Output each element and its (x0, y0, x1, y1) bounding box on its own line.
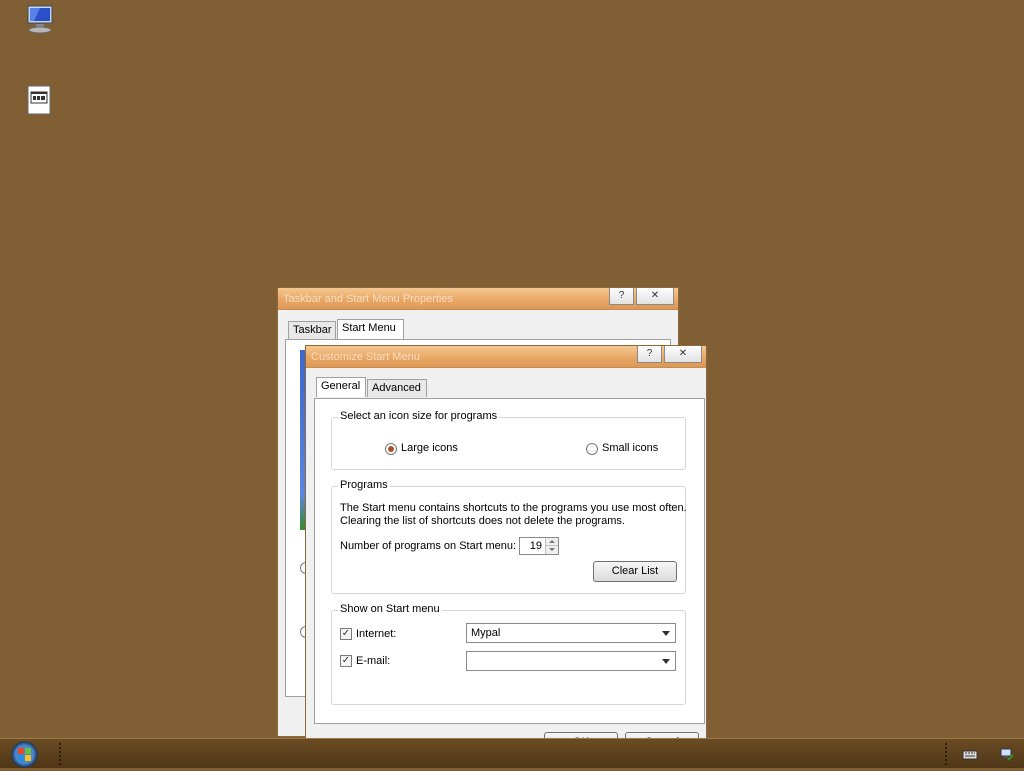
network-icon[interactable] (999, 746, 1015, 762)
program-count-spinner[interactable]: 19 (519, 537, 559, 555)
taskbar-grip-right[interactable] (944, 742, 948, 766)
large-icons-radio[interactable] (385, 443, 397, 455)
spin-up-icon[interactable] (546, 538, 558, 546)
show-on-start-menu-group: Show on Start menu ✓ Internet: Mypal ✓ E… (331, 603, 686, 705)
help-button[interactable]: ? (609, 288, 634, 305)
tab-start-menu[interactable]: Start Menu (337, 319, 404, 339)
program-count-label: Number of programs on Start menu: (340, 540, 517, 552)
tab-general[interactable]: General (316, 377, 366, 397)
programs-description-line2: Clearing the list of shortcuts does not … (340, 515, 625, 527)
general-tab-panel: Select an icon size for programs Large i… (314, 398, 705, 724)
email-dropdown[interactable] (466, 651, 676, 671)
internet-dropdown-value: Mypal (471, 627, 501, 639)
email-label: E-mail: (356, 655, 391, 667)
taskbar (0, 738, 1024, 768)
chevron-down-icon (662, 659, 670, 664)
close-button[interactable]: ✕ (664, 346, 702, 363)
tab-advanced[interactable]: Advanced (367, 379, 427, 397)
window-title: Customize Start Menu (311, 351, 420, 363)
email-checkbox[interactable]: ✓ (340, 655, 352, 667)
internet-dropdown[interactable]: Mypal (466, 623, 676, 643)
small-icons-label[interactable]: Small icons (602, 442, 658, 454)
window-title: Taskbar and Start Menu Properties (283, 293, 453, 305)
computer-icon[interactable] (24, 3, 56, 35)
taskbar-grip-left[interactable] (58, 742, 62, 766)
spin-down-icon[interactable] (546, 546, 558, 554)
show-legend: Show on Start menu (338, 603, 442, 615)
icon-size-group: Select an icon size for programs Large i… (331, 410, 686, 470)
internet-checkbox[interactable]: ✓ (340, 628, 352, 640)
close-button[interactable]: ✕ (636, 288, 674, 305)
file-icon[interactable] (24, 84, 56, 116)
chevron-down-icon (662, 631, 670, 636)
title-bar[interactable]: Customize Start Menu ? ✕ (306, 346, 706, 368)
programs-description-line1: The Start menu contains shortcuts to the… (340, 502, 687, 514)
keyboard-icon[interactable] (962, 746, 978, 762)
small-icons-radio[interactable] (586, 443, 598, 455)
customize-start-menu-dialog: Customize Start Menu ? ✕ General Advance… (305, 345, 707, 765)
programs-group: Programs The Start menu contains shortcu… (331, 479, 687, 594)
program-count-value: 19 (529, 540, 542, 552)
icon-size-legend: Select an icon size for programs (338, 410, 500, 422)
help-button[interactable]: ? (637, 346, 662, 363)
title-bar[interactable]: Taskbar and Start Menu Properties ? ✕ (278, 288, 678, 310)
start-orb-icon[interactable] (11, 741, 38, 768)
clear-list-button[interactable]: Clear List (593, 561, 677, 582)
large-icons-label[interactable]: Large icons (401, 442, 458, 454)
tab-taskbar[interactable]: Taskbar (288, 321, 336, 339)
internet-label: Internet: (356, 628, 397, 640)
programs-legend: Programs (338, 479, 390, 491)
